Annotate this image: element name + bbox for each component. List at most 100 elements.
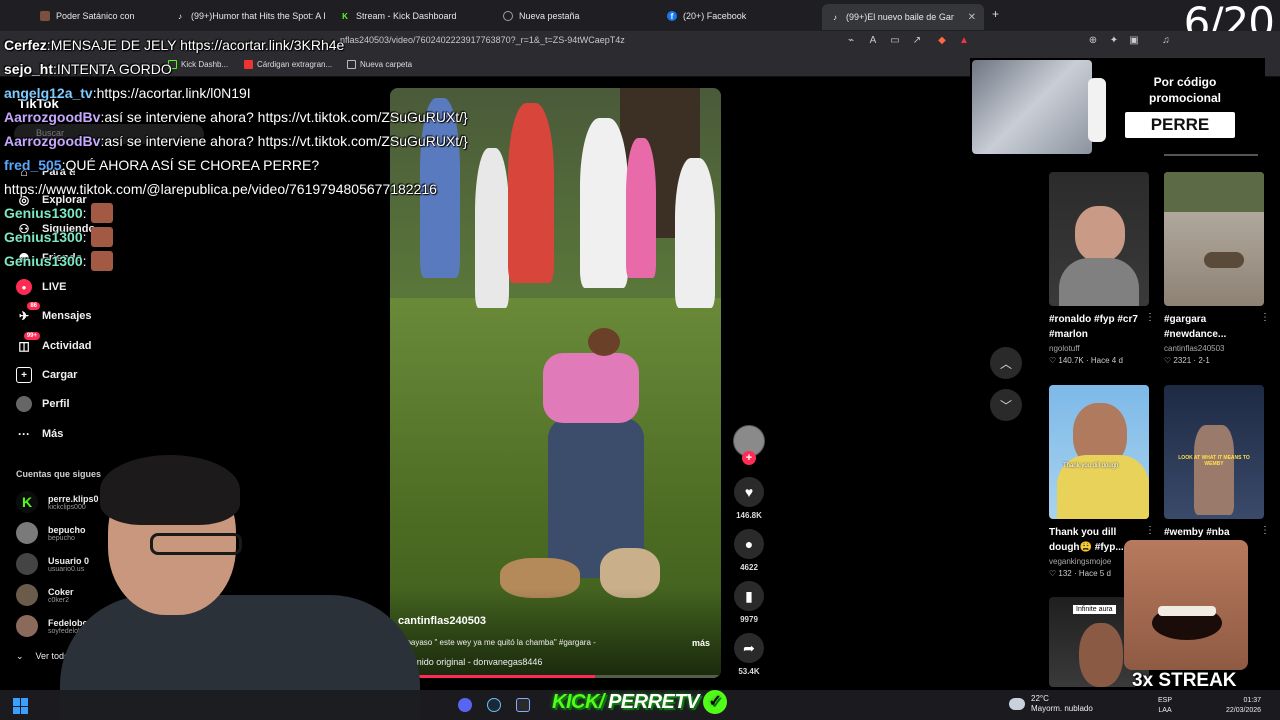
follow-plus-icon[interactable]: +: [742, 451, 756, 465]
nav-label: Mensajes: [42, 310, 92, 322]
more-button[interactable]: más: [692, 638, 710, 648]
video-description: el payaso " este wey ya me quitó la cham…: [398, 638, 596, 647]
tab-3[interactable]: Nueva pestaña: [503, 6, 653, 26]
comment-action[interactable]: ● 4622: [727, 529, 771, 572]
comment-icon[interactable]: ●: [734, 529, 764, 559]
video-author[interactable]: cantinflas240503: [1164, 344, 1264, 353]
chat-message: AarrozgoodBv: así se interviene ahora? h…: [4, 105, 524, 129]
video-thumbnail[interactable]: [1164, 172, 1264, 306]
video-author[interactable]: cantinflas240503: [398, 615, 486, 627]
facebook-icon: f: [667, 11, 677, 21]
like-count: 140.7K: [1058, 356, 1084, 365]
video-author[interactable]: ngolotuff: [1049, 344, 1149, 353]
like-action[interactable]: ♥ 146.8K: [727, 477, 771, 520]
gamepad-icon[interactable]: ⊕: [1087, 35, 1099, 47]
video-title[interactable]: #gargara #newdance...: [1164, 312, 1264, 342]
tab-title: (99+)El nuevo baile de Gargara c: [846, 12, 954, 22]
chat-message: Genius1300:: [4, 225, 524, 249]
tab-active[interactable]: ♪ (99+)El nuevo baile de Gargara c ✕: [822, 4, 984, 30]
video-meta: ♡ 140.7K · Hace 4 d: [1049, 356, 1123, 365]
nav-live[interactable]: ● LIVE: [16, 279, 66, 295]
nav-mensajes[interactable]: ✈ 86 Mensajes: [16, 302, 92, 324]
share-icon[interactable]: ↗: [911, 35, 923, 47]
like-count: 146.8K: [736, 511, 762, 520]
divider: [1164, 154, 1258, 156]
streamer-webcam: [0, 455, 420, 720]
video-person: [626, 138, 656, 278]
app-icon[interactable]: [516, 698, 530, 712]
tiktok-icon: ♪: [833, 12, 837, 22]
chat-username: Genius1300: [4, 205, 83, 221]
bookmark-icon[interactable]: ▮: [734, 581, 764, 611]
video-person-head: [588, 328, 620, 356]
comment-count: 4622: [740, 563, 758, 572]
chat-message: AarrozgoodBv: así se interviene ahora? h…: [4, 129, 524, 153]
chat-message: Cerfez: MENSAJE DE JELY https://acortar.l…: [4, 33, 524, 57]
share-action[interactable]: ➦ 53.4K: [727, 633, 771, 676]
badge: 86: [27, 302, 40, 310]
tab-2[interactable]: K Stream - Kick Dashboard: [340, 6, 490, 26]
alert-icon[interactable]: ▲: [958, 35, 970, 47]
video-title[interactable]: #ronaldo #fyp #cr7 #marlon: [1049, 312, 1149, 342]
translate-icon[interactable]: A: [867, 35, 879, 47]
heart-outline-icon: ♡: [1049, 356, 1059, 365]
steam-icon[interactable]: [487, 698, 501, 712]
keyboard-layout: LAA: [1158, 707, 1172, 714]
language-indicator[interactable]: ESP LAA: [1158, 696, 1172, 716]
extension-icon[interactable]: ✦: [1108, 35, 1120, 47]
profile-icon: [16, 396, 32, 412]
video-title[interactable]: #wemby #nba: [1164, 525, 1264, 540]
badge: 99+: [23, 332, 40, 340]
kick-channel: PERRETV: [607, 690, 699, 713]
more-options-icon[interactable]: ⋮: [1260, 312, 1270, 323]
heart-icon[interactable]: ♥: [734, 477, 764, 507]
previous-video-button[interactable]: ︿: [990, 347, 1022, 379]
live-icon: ●: [16, 279, 32, 295]
recommended-video[interactable]: #ronaldo #fyp #cr7 #marlon ngolotuff ♡ 1…: [1049, 172, 1155, 365]
system-clock[interactable]: 01:37 22/03/2026: [1226, 696, 1261, 716]
screen-icon[interactable]: ▭: [889, 35, 901, 47]
weather-widget[interactable]: 22°C Mayorm. nublado: [1009, 694, 1093, 714]
more-options-icon[interactable]: ⋮: [1145, 525, 1155, 536]
chat-message: sejo_ht: INTENTA GORDO: [4, 57, 524, 81]
close-icon[interactable]: ✕: [968, 12, 976, 23]
video-thumbnail[interactable]: Thank you dill dough: [1049, 385, 1149, 519]
discord-icon[interactable]: [458, 698, 472, 712]
shield-icon[interactable]: ◆: [936, 35, 948, 47]
kick-prefix: KICK/: [552, 690, 604, 713]
next-video-button[interactable]: ﹀: [990, 389, 1022, 421]
windows-start-icon[interactable]: [13, 698, 29, 714]
nav-label: LIVE: [42, 281, 67, 293]
share-arrow-icon[interactable]: ➦: [734, 633, 764, 663]
video-sound[interactable]: ♫ sonido original - donvanegas8446: [398, 657, 542, 667]
more-options-icon[interactable]: ⋮: [1145, 312, 1155, 323]
recommended-video[interactable]: LOOK AT WHAT IT MEANS TO WEMBY #wemby #n…: [1164, 385, 1270, 540]
more-options-icon[interactable]: ⋮: [1260, 525, 1270, 536]
webcam-glasses: [150, 533, 242, 555]
nav-actividad[interactable]: ◫ 99+ Actividad: [16, 332, 92, 354]
temperature: 22°C: [1031, 694, 1049, 703]
reader-icon[interactable]: ⌁: [845, 35, 857, 47]
nav-mas[interactable]: ··· Más: [16, 426, 63, 442]
nav-label: Más: [42, 428, 64, 440]
video-thumbnail[interactable]: LOOK AT WHAT IT MEANS TO WEMBY: [1164, 385, 1264, 519]
emote-icon: [90, 227, 113, 247]
tab-0[interactable]: Poder Satánico con: [40, 6, 160, 26]
tab-1[interactable]: ♪ (99+)Humor that Hits the Spot: A Bu: [175, 6, 325, 26]
thumbnail-face: [1075, 206, 1125, 262]
music-icon[interactable]: ♫: [1160, 35, 1172, 47]
thumbnail-caption: Infinite aura: [1073, 605, 1116, 614]
nav-perfil[interactable]: Perfil: [16, 396, 70, 412]
video-progress[interactable]: [390, 675, 721, 678]
chat-text: MENSAJE DE JELY https://acortar.link/3KR…: [50, 37, 345, 53]
chat-message: Genius1300:: [4, 249, 524, 273]
new-tab-button[interactable]: +: [992, 7, 999, 21]
verified-check-icon: ✓: [702, 690, 727, 714]
nav-cargar[interactable]: + Cargar: [16, 367, 77, 383]
wallet-icon[interactable]: ▣: [1128, 35, 1140, 47]
recommended-video[interactable]: #gargara #newdance... cantinflas240503 ♡…: [1164, 172, 1270, 365]
video-thumbnail[interactable]: [1049, 172, 1149, 306]
clock-date: 22/03/2026: [1226, 707, 1262, 714]
save-action[interactable]: ▮ 9979: [727, 581, 771, 624]
tab-4[interactable]: f (20+) Facebook: [667, 6, 817, 26]
